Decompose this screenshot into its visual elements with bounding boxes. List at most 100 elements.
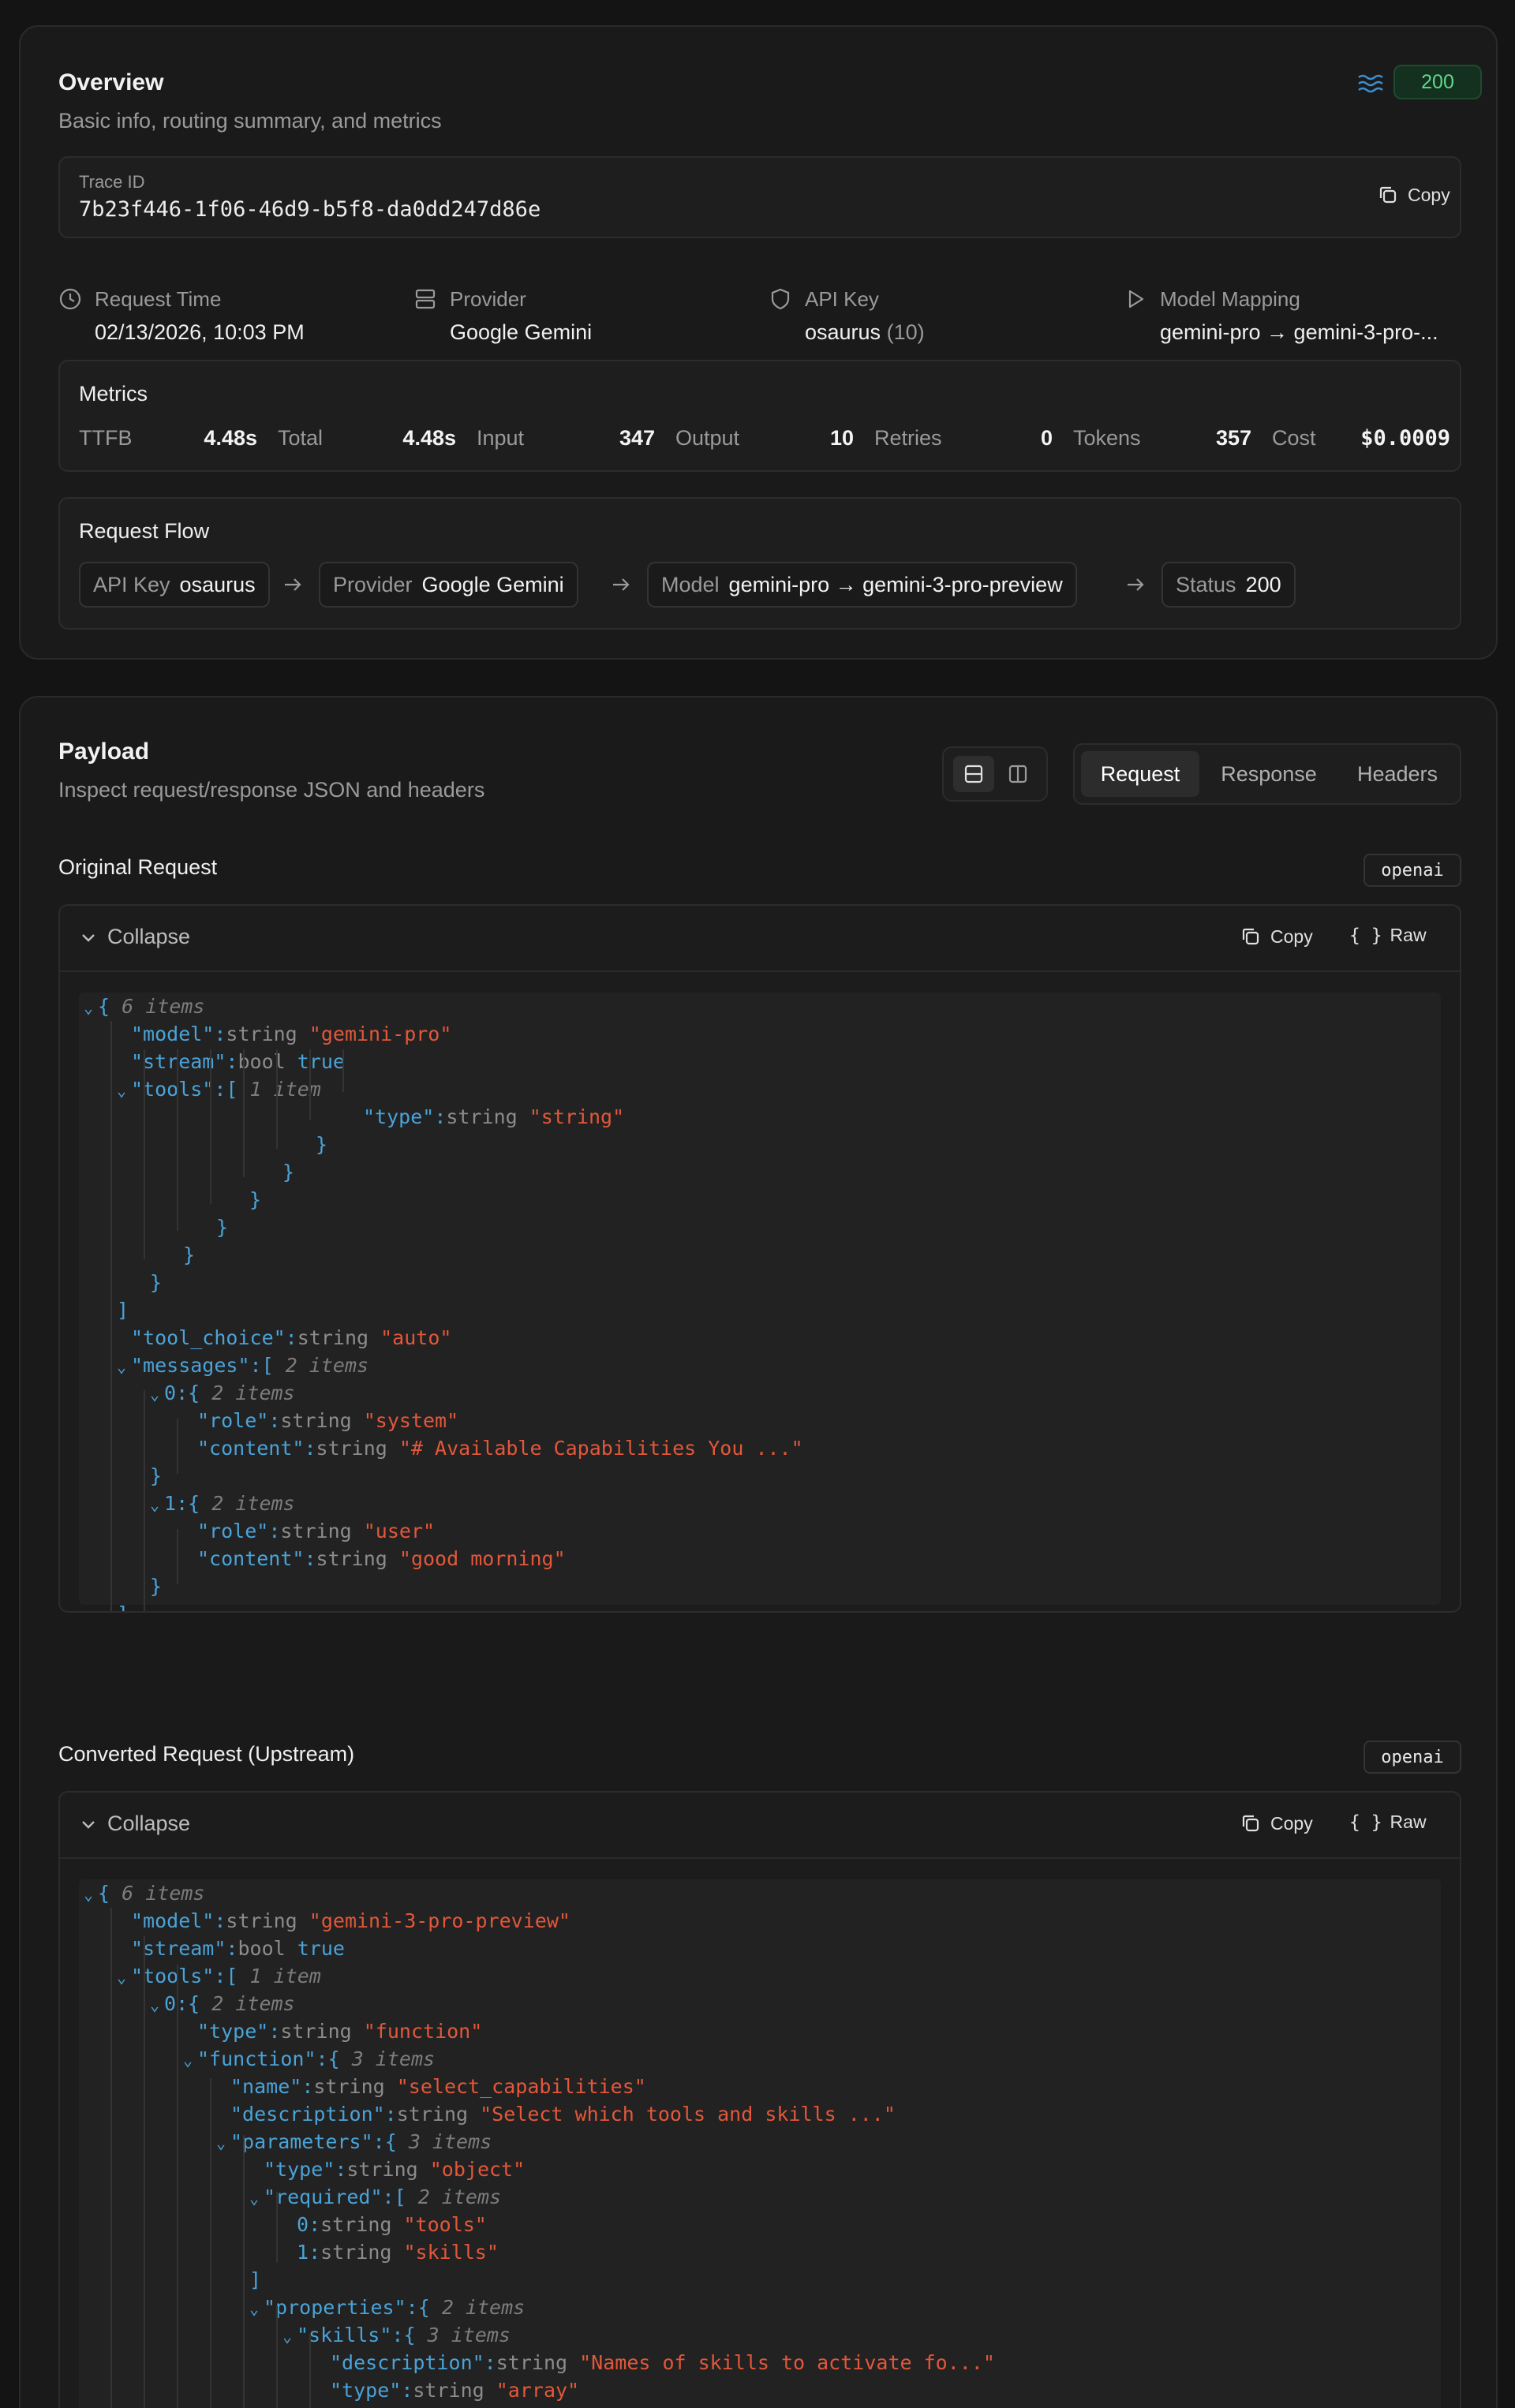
chevron-down-icon[interactable]: ⌄ xyxy=(117,1077,131,1105)
json-line[interactable]: ⌄ "tools":[ 1 item xyxy=(117,1075,321,1103)
chevron-down-icon[interactable]: ⌄ xyxy=(84,994,98,1022)
arrow-right-icon xyxy=(1128,578,1144,591)
metric-output: Output 10 xyxy=(675,426,854,453)
chevron-down-icon[interactable]: ⌄ xyxy=(249,2185,264,2212)
metric-value: 4.48s xyxy=(402,426,456,450)
chevron-down-icon[interactable]: ⌄ xyxy=(249,2295,264,2323)
json-line[interactable]: ⌄ 1:{ 2 items xyxy=(150,1490,295,1517)
json-line[interactable]: ⌄ "parameters":{ 3 items xyxy=(216,2128,492,2156)
json-line: "type":string "string" xyxy=(363,1105,625,1128)
raw-button[interactable]: { } Raw xyxy=(1349,925,1427,946)
json-line[interactable]: ⌄{ 6 items xyxy=(84,993,204,1020)
json-line[interactable]: ⌄ "required":[ 2 items xyxy=(249,2183,501,2211)
clock-icon xyxy=(59,288,81,310)
converted-json-panel: Collapse Copy { } Raw ⌄{ 6 items "model":… xyxy=(58,1791,1461,2408)
json-line: "type":string "array" xyxy=(330,2379,580,2402)
chip-value: osaurus xyxy=(179,572,256,596)
trace-id-value: 7b23f446-1f06-46d9-b5f8-da0dd247d86e xyxy=(79,197,541,222)
raw-label: Raw xyxy=(1390,925,1427,945)
flow-chip-provider: Provider Google Gemini xyxy=(319,562,578,608)
indent-guide xyxy=(243,1049,245,1177)
json-line: } xyxy=(183,1243,196,1266)
layout-toggle xyxy=(942,746,1048,802)
chevron-down-icon[interactable]: ⌄ xyxy=(150,1381,164,1408)
chevron-down-icon[interactable]: ⌄ xyxy=(150,1491,164,1519)
tab-headers[interactable]: Headers xyxy=(1338,751,1457,797)
tab-response[interactable]: Response xyxy=(1206,751,1332,797)
chevron-down-icon xyxy=(82,1820,95,1829)
json-line[interactable]: ⌄ "function":{ 3 items xyxy=(183,2045,435,2073)
json-panel-header: Collapse Copy { } Raw xyxy=(60,1793,1460,1859)
overview-subtitle: Basic info, routing summary, and metrics xyxy=(58,109,442,133)
chevron-down-icon[interactable]: ⌄ xyxy=(216,2129,230,2157)
json-tree: ⌄{ 6 items "model":string "gemini-pro" "st… xyxy=(79,993,1441,1611)
rows-icon xyxy=(964,765,983,783)
trace-id-label: Trace ID xyxy=(79,172,145,192)
chip-label: API Key xyxy=(93,572,170,596)
json-line[interactable]: ⌄ "skills":{ 3 items xyxy=(282,2321,511,2349)
info-row: Request Time 02/13/2026, 10:03 PM Provid… xyxy=(58,276,1461,347)
json-line[interactable]: ⌄ "properties":{ 2 items xyxy=(249,2294,525,2321)
metric-retries: Retries 0 xyxy=(874,426,1053,453)
api-key-id: (10) xyxy=(886,320,925,344)
converted-request-title: Converted Request (Upstream) xyxy=(58,1742,355,1766)
json-line[interactable]: ⌄ 0:{ 2 items xyxy=(150,1990,295,2017)
tab-request[interactable]: Request xyxy=(1081,751,1199,797)
json-line: "type":string "object" xyxy=(264,2158,526,2181)
json-line: "role":string "system" xyxy=(197,1409,459,1432)
model-mapping-value: gemini-pro → gemini-3-pro-... xyxy=(1160,320,1438,344)
payload-title: Payload xyxy=(58,738,150,765)
json-line[interactable]: ⌄ 0:{ 2 items xyxy=(150,1379,295,1407)
json-tree: ⌄{ 6 items "model":string "gemini-3-pro-p… xyxy=(79,1879,1441,2408)
raw-button[interactable]: { } Raw xyxy=(1349,1812,1427,1833)
metric-label: Tokens xyxy=(1073,426,1141,450)
chevron-down-icon[interactable]: ⌄ xyxy=(84,1881,98,1909)
json-line[interactable]: ⌄{ 6 items xyxy=(84,1879,204,1907)
api-key-value: osaurus (10) xyxy=(805,320,925,345)
json-line[interactable]: ⌄ "messages":[ 2 items xyxy=(117,1352,368,1379)
json-line: "name":string "select_capabilities" xyxy=(230,2075,646,2098)
collapse-button[interactable]: Collapse xyxy=(79,1812,190,1836)
chip-label: Provider xyxy=(333,572,413,596)
flow-chip-status: Status 200 xyxy=(1162,562,1296,608)
json-line: } xyxy=(316,1133,328,1156)
indent-guide xyxy=(144,1936,145,2408)
chip-value: Google Gemini xyxy=(421,572,564,596)
request-time-value: 02/13/2026, 10:03 PM xyxy=(95,320,305,344)
model-mapping-label: Model Mapping xyxy=(1160,287,1300,311)
json-line: ] xyxy=(117,1299,129,1322)
copy-json-button[interactable]: Copy xyxy=(1239,1812,1313,1835)
collapse-button[interactable]: Collapse xyxy=(79,925,190,949)
indent-guide xyxy=(243,2135,245,2408)
copy-trace-button[interactable]: Copy xyxy=(1376,183,1450,207)
overview-card: Overview Basic info, routing summary, an… xyxy=(19,25,1498,660)
original-json-panel: Collapse Copy { } Raw ⌄{ 6 items "model":… xyxy=(58,904,1461,1613)
format-tag: openai xyxy=(1364,854,1461,887)
copy-label: Copy xyxy=(1270,1812,1313,1834)
json-line: } xyxy=(282,1161,295,1183)
json-line[interactable]: ⌄ "tools":[ 1 item xyxy=(117,1962,321,1990)
payload-subtitle: Inspect request/response JSON and header… xyxy=(58,778,485,802)
metric-value: $0.0009 xyxy=(1360,426,1450,451)
chevron-down-icon[interactable]: ⌄ xyxy=(117,1964,131,1991)
chevron-down-icon[interactable]: ⌄ xyxy=(183,2047,197,2074)
indent-guide xyxy=(110,1908,112,2408)
copy-json-button[interactable]: Copy xyxy=(1239,925,1313,948)
split-layout-button[interactable] xyxy=(997,756,1038,792)
chevron-down-icon[interactable]: ⌄ xyxy=(117,1353,131,1381)
json-line: ] xyxy=(249,2268,262,2291)
json-line: "description":string "Names of skills to… xyxy=(330,2351,995,2374)
json-line: } xyxy=(150,1271,163,1294)
flow-chip-model: Model gemini-pro → gemini-3-pro-preview xyxy=(647,562,1077,608)
provider-label: Provider xyxy=(450,287,526,311)
chevron-down-icon[interactable]: ⌄ xyxy=(150,1991,164,2019)
chevron-down-icon[interactable]: ⌄ xyxy=(282,2323,297,2350)
copy-label: Copy xyxy=(1408,184,1450,205)
api-key-label: API Key xyxy=(805,287,879,311)
braces-icon: { } xyxy=(1349,1812,1382,1833)
indent-guide xyxy=(309,2334,311,2408)
waves-icon xyxy=(1358,74,1383,93)
indent-guide xyxy=(144,1049,145,1259)
collapse-label: Collapse xyxy=(107,1812,191,1835)
stacked-layout-button[interactable] xyxy=(953,756,994,792)
